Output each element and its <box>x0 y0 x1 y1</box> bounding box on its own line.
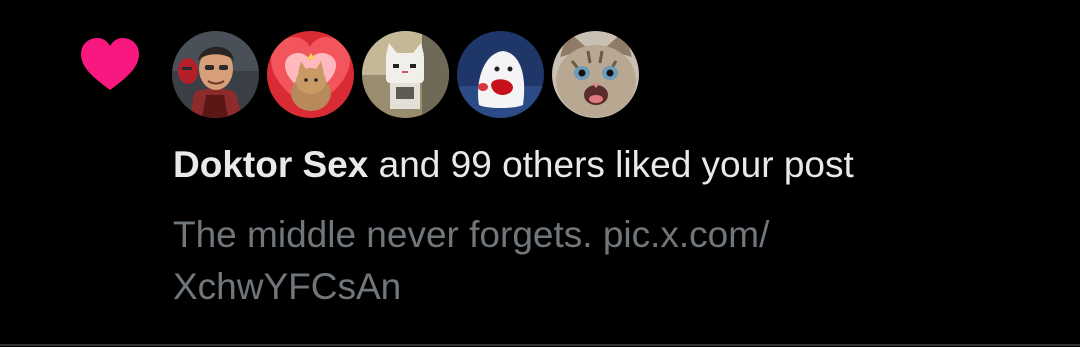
actor-name-link[interactable]: Doktor Sex <box>173 144 368 185</box>
like-notification[interactable]: Doktor Sex and 99 others liked your post… <box>0 0 1080 346</box>
liked-post-text[interactable]: The middle never forgets. pic.x.com/ Xch… <box>173 209 933 313</box>
avatar-toro-cat-figure[interactable] <box>362 31 449 118</box>
avatar-white-ghost-blob[interactable] <box>457 31 544 118</box>
avatar-row <box>172 31 639 119</box>
avatar-kitten-face[interactable] <box>552 31 639 118</box>
heart-icon <box>81 38 139 90</box>
action-text: and 99 others liked your post <box>368 144 854 185</box>
avatar-cat-red-hearts[interactable] <box>267 31 354 118</box>
notification-headline: Doktor Sex and 99 others liked your post <box>173 142 854 188</box>
avatar-medic-portrait[interactable] <box>172 31 259 118</box>
